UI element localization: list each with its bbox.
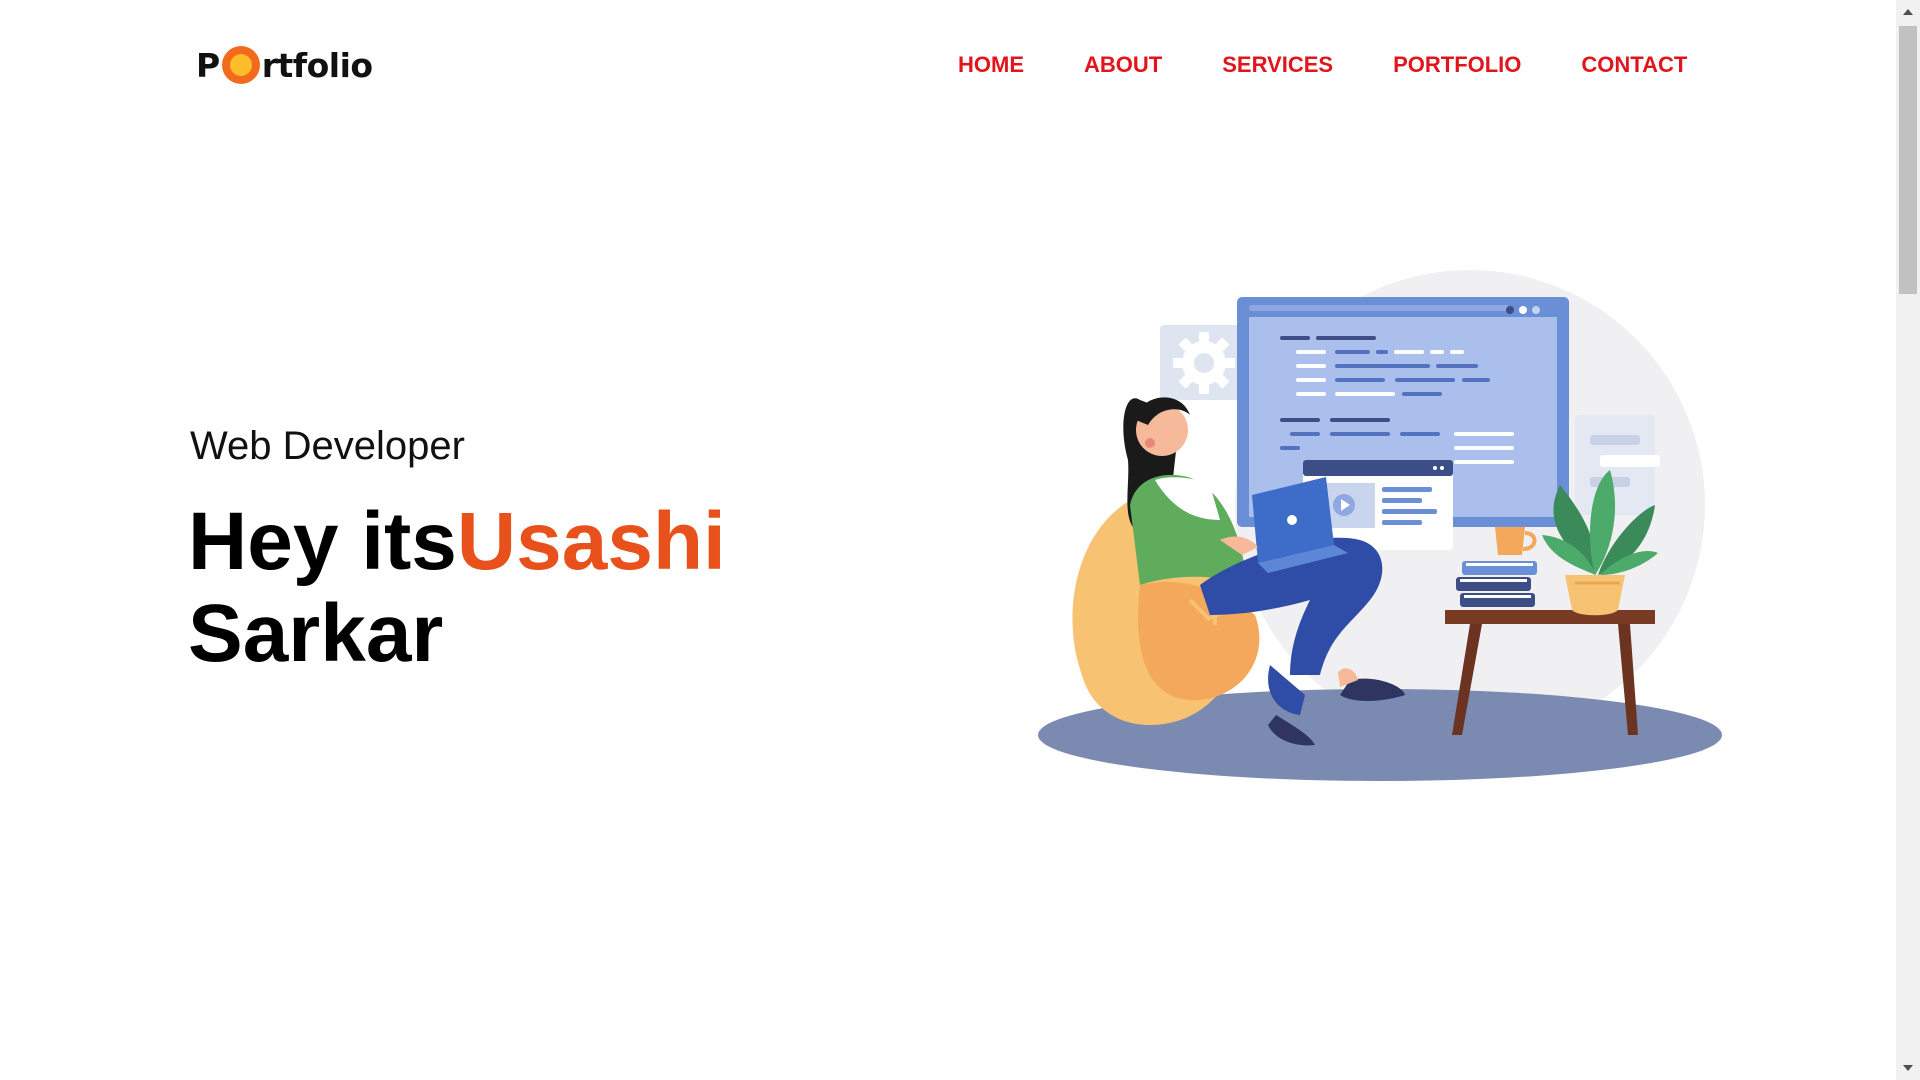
triangle-up-icon[interactable] (1896, 0, 1920, 24)
hero-last-name: Sarkar (188, 588, 444, 679)
gear-icon (1173, 332, 1235, 394)
nav-portfolio[interactable]: PORTFOLIO (1393, 50, 1521, 80)
nav-home[interactable]: HOME (958, 50, 1024, 80)
coffee-table (1445, 610, 1655, 624)
logo-suffix: rtfolio (261, 45, 373, 85)
cup-icon (1495, 527, 1525, 555)
hero-headline: Hey itsUsashi Sarkar (188, 496, 828, 680)
main-nav: HOME ABOUT SERVICES PORTFOLIO CONTACT (958, 50, 1687, 80)
nav-services[interactable]: SERVICES (1222, 50, 1333, 80)
plant-pot (1565, 575, 1625, 616)
hero-subtitle: Web Developer (190, 424, 465, 468)
triangle-down-icon[interactable] (1896, 1056, 1920, 1080)
nav-contact[interactable]: CONTACT (1581, 50, 1687, 80)
scroll-thumb[interactable] (1899, 26, 1917, 294)
logo-prefix: P (196, 45, 220, 85)
hero-first-name: Usashi (456, 496, 726, 587)
hero-greeting: Hey its (188, 496, 457, 587)
portfolio-page: P rtfolio HOME ABOUT SERVICES PORTFOLIO … (0, 0, 1920, 1080)
hero-illustration (1030, 255, 1730, 795)
vertical-scrollbar[interactable] (1896, 0, 1920, 1080)
nav-about[interactable]: ABOUT (1084, 50, 1162, 80)
site-logo[interactable]: P rtfolio (196, 40, 373, 90)
logo-o-icon (221, 45, 261, 85)
